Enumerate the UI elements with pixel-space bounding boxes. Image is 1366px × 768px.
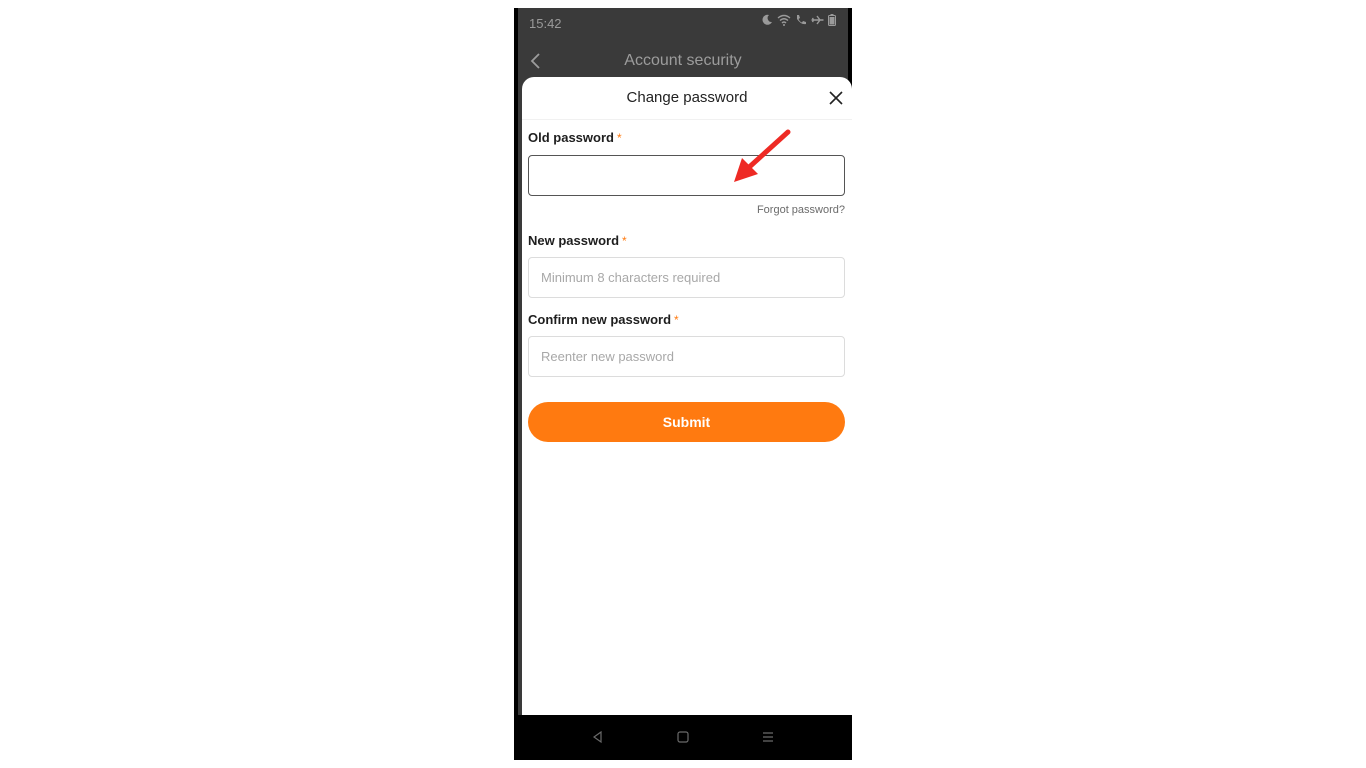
old-password-label: Old password * [528, 130, 622, 145]
confirm-password-label-text: Confirm new password [528, 312, 672, 327]
old-password-label-text: Old password [528, 130, 614, 145]
new-password-label-text: New password [528, 233, 620, 248]
close-icon[interactable] [828, 90, 844, 106]
system-nav-bar [514, 715, 852, 760]
change-password-dialog: Change password Old password * Forgot pas… [522, 77, 852, 715]
required-star: * [622, 234, 627, 248]
status-time: 15:42 [529, 16, 562, 31]
new-password-input[interactable] [528, 257, 845, 298]
confirm-password-label: Confirm new password * [528, 312, 679, 327]
home-square-icon[interactable] [675, 729, 691, 745]
status-icons [761, 14, 836, 26]
app-header: Account security [518, 44, 848, 78]
airplane-icon [811, 15, 824, 25]
required-star: * [674, 313, 679, 327]
dimmed-background: 15:42 Account security Change password O… [518, 8, 852, 715]
confirm-password-input[interactable] [528, 336, 845, 377]
forgot-password-link[interactable]: Forgot password? [757, 204, 845, 216]
battery-icon [828, 14, 836, 26]
old-password-input[interactable] [528, 155, 845, 196]
call-icon [797, 15, 806, 25]
moon-icon [762, 14, 772, 25]
wifi-icon [777, 14, 791, 26]
page-title: Account security [624, 52, 742, 69]
status-bar: 15:42 [518, 8, 848, 38]
dialog-header: Change password [522, 77, 852, 120]
dialog-title: Change password [626, 89, 748, 106]
new-password-label: New password * [528, 233, 627, 248]
menu-lines-icon[interactable] [760, 729, 776, 745]
required-star: * [616, 131, 622, 145]
back-triangle-icon[interactable] [590, 729, 606, 745]
phone-frame: 15:42 Account security Change password O… [514, 8, 852, 760]
submit-button[interactable]: Submit [528, 402, 845, 442]
